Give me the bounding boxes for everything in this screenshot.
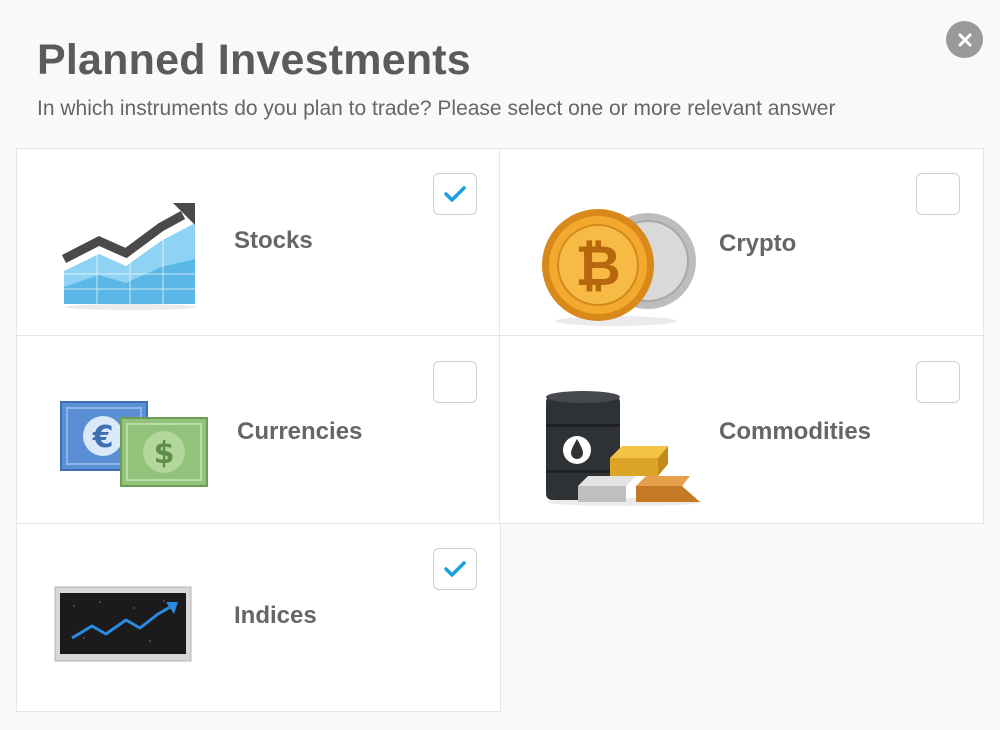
- banknotes-icon: € $: [60, 401, 208, 487]
- option-card-crypto[interactable]: ₿ Crypto: [499, 148, 984, 336]
- close-button[interactable]: [946, 21, 983, 58]
- option-card-currencies[interactable]: € $ Currencies: [16, 335, 500, 524]
- option-label-commodities: Commodities: [719, 418, 872, 445]
- option-card-commodities[interactable]: Commodities: [499, 335, 984, 524]
- bitcoin-coin-icon: ₿: [542, 209, 696, 326]
- planned-investments-dialog: Planned Investments In which instruments…: [0, 0, 1000, 730]
- checkbox-indices[interactable]: [433, 548, 477, 590]
- option-label-crypto: Crypto: [719, 230, 797, 257]
- checkbox-crypto[interactable]: [916, 173, 960, 215]
- dialog-subtitle: In which instruments do you plan to trad…: [37, 97, 836, 120]
- option-label-stocks: Stocks: [234, 227, 313, 254]
- dialog-title: Planned Investments: [37, 36, 471, 84]
- close-icon: [958, 33, 971, 46]
- rising-chart-icon: [61, 203, 197, 310]
- oil-barrel-gold-bars-icon: [546, 391, 703, 506]
- svg-text:$: $: [154, 436, 175, 471]
- option-label-currencies: Currencies: [237, 418, 363, 445]
- svg-text:₿: ₿: [575, 234, 621, 299]
- index-ticker-icon: [54, 586, 192, 662]
- option-card-indices[interactable]: Indices: [16, 523, 501, 712]
- checkmark-icon: [444, 561, 466, 577]
- svg-text:€: €: [92, 420, 114, 455]
- checkbox-commodities[interactable]: [916, 361, 960, 403]
- checkbox-currencies[interactable]: [433, 361, 477, 403]
- option-card-stocks[interactable]: Stocks: [16, 148, 500, 336]
- checkbox-stocks[interactable]: [433, 173, 477, 215]
- checkmark-icon: [444, 186, 466, 202]
- option-label-indices: Indices: [234, 602, 317, 629]
